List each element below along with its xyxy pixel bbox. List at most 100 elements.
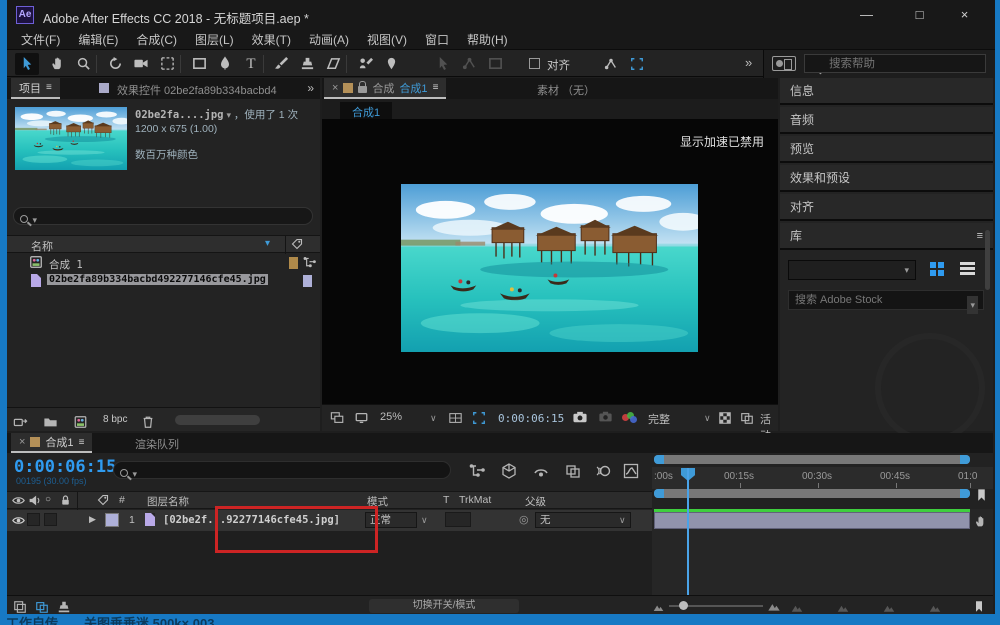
always-preview-icon[interactable] [330, 411, 345, 425]
menu-view[interactable]: 视图(V) [367, 31, 407, 48]
help-search-input[interactable] [804, 54, 986, 73]
row-name[interactable]: 合成 1 [49, 257, 83, 272]
label-column-tag-icon[interactable] [291, 238, 303, 250]
layer-name-column-label[interactable]: 图层名称 [147, 494, 189, 509]
trash-icon[interactable] [141, 413, 155, 431]
tab-effect-controls[interactable]: 效果控件 02be2fa89b334bacbd4 [117, 82, 277, 98]
project-row-comp[interactable]: 合成 1 [7, 254, 320, 272]
resolution-select[interactable]: 完整 [648, 411, 670, 427]
maximize-button[interactable]: □ [897, 0, 942, 30]
grid-view-icon[interactable] [930, 262, 945, 277]
menu-help[interactable]: 帮助(H) [467, 31, 508, 48]
snap-checkbox[interactable] [529, 58, 540, 69]
frame-blending-icon[interactable] [565, 462, 585, 480]
zoom-tool-icon[interactable] [71, 53, 95, 75]
caret-select-icon[interactable]: ∨ [421, 515, 428, 526]
row-name[interactable]: 02be2fa89b334bacbd492277146cfe45.jpg [47, 274, 268, 285]
minimize-button[interactable]: — [844, 0, 889, 30]
vertical-scrollbar[interactable] [985, 230, 990, 290]
roi-bracket-icon[interactable] [625, 53, 649, 75]
caret-down-icon[interactable]: ▾ [226, 110, 231, 120]
brush-tool-icon[interactable] [269, 53, 293, 75]
clone-stamp-tool-icon[interactable] [295, 53, 319, 75]
mask-shape-tool-icon[interactable] [187, 53, 211, 75]
timeline-timecode[interactable]: 0:00:06:15 [14, 457, 116, 477]
magnification-select[interactable]: 25% [380, 411, 402, 423]
rotation-tool-icon[interactable] [103, 53, 127, 75]
camera-tool-icon[interactable] [129, 53, 153, 75]
transparency-grid-icon[interactable] [718, 411, 732, 425]
time-ruler[interactable]: :00s 00:15s 00:30s 00:45s 01:0 [652, 467, 993, 489]
label-swatch[interactable] [289, 257, 298, 269]
sort-caret-icon[interactable]: ▾ [265, 238, 270, 249]
horizontal-scrollbar[interactable] [175, 415, 260, 425]
lock-icon[interactable] [358, 86, 367, 93]
tab-render-queue[interactable]: 渲染队列 [135, 436, 179, 452]
composition-viewer[interactable]: 显示加速已禁用 [322, 119, 778, 404]
panel-preview[interactable]: 预览 [780, 136, 993, 163]
toggle-switches-modes-button[interactable]: 切换开关/模式 [369, 599, 519, 613]
menu-effect[interactable]: 效果(T) [252, 31, 291, 48]
caret-select-icon[interactable]: ∨ [430, 413, 437, 424]
puppet-pin-tool-icon[interactable] [379, 53, 403, 75]
layer-label-swatch[interactable] [105, 513, 119, 527]
menu-animation[interactable]: 动画(A) [309, 31, 349, 48]
trkmat-column-label[interactable]: TrkMat [459, 494, 491, 506]
panel-menu-icon[interactable]: ≡ [46, 82, 52, 93]
audio-column-icon[interactable] [28, 494, 41, 507]
label-column-tag-icon[interactable] [97, 494, 109, 506]
tab-overflow-chevrons[interactable]: » [307, 81, 314, 95]
draft-3d-icon[interactable] [501, 462, 521, 480]
shy-layers-icon[interactable] [533, 462, 553, 480]
workspace-icon[interactable] [772, 56, 796, 71]
panel-menu-icon[interactable]: ≡ [79, 437, 85, 448]
layer-eye-icon[interactable] [12, 514, 25, 527]
menu-file[interactable]: 文件(F) [21, 31, 60, 48]
time-navigator-bar[interactable] [654, 455, 970, 464]
pan-behind-tool-icon[interactable] [155, 53, 179, 75]
mask-node-icon[interactable] [599, 53, 623, 75]
tab-footage[interactable]: 素材 （无） [537, 82, 595, 98]
tab-project[interactable]: 项目 ≡ [11, 78, 60, 99]
layer-solo-cell[interactable] [44, 513, 57, 526]
panel-menu-icon[interactable]: ≡ [433, 82, 439, 93]
t-column-label[interactable]: T [443, 494, 449, 506]
work-area-bar[interactable] [654, 489, 970, 498]
hand-tool-icon[interactable] [45, 53, 69, 75]
timeline-search[interactable]: ▾ [113, 461, 451, 479]
monitor-icon[interactable] [354, 411, 369, 425]
panel-align[interactable]: 对齐 [780, 194, 993, 221]
panel-menu-icon[interactable]: ≡ [977, 223, 983, 250]
caret-select-icon[interactable]: ∨ [704, 413, 711, 424]
close-tab-icon[interactable]: × [332, 82, 338, 94]
close-button[interactable]: × [942, 0, 987, 30]
snapshot-icon[interactable] [572, 410, 588, 425]
caret-down-icon[interactable]: ▾ [967, 296, 978, 314]
menu-window[interactable]: 窗口 [425, 31, 449, 48]
adobe-stock-search[interactable]: 搜索 Adobe Stock ▾ [788, 290, 984, 310]
list-view-icon[interactable] [960, 262, 975, 277]
zoom-slider-handle[interactable] [679, 601, 688, 610]
parent-column-label[interactable]: 父级 [525, 494, 546, 509]
layer-duration-bar[interactable] [654, 512, 970, 529]
selection-tool-icon[interactable] [15, 53, 39, 75]
panel-audio[interactable]: 音频 [780, 107, 993, 134]
bit-depth-label[interactable]: 8 bpc [103, 414, 127, 425]
index-column-label[interactable]: # [119, 494, 125, 506]
type-tool-icon[interactable]: T [239, 53, 263, 75]
close-tab-icon[interactable]: × [19, 436, 25, 448]
panel-libraries[interactable]: 库 ≡ [780, 223, 993, 250]
pen-tool-icon[interactable] [213, 53, 237, 75]
menu-composition[interactable]: 合成(C) [136, 31, 177, 48]
video-column-eye-icon[interactable] [12, 494, 25, 507]
track-area[interactable] [652, 509, 993, 595]
library-select[interactable]: ▾ [788, 260, 916, 280]
expand-arrow-icon[interactable]: ▶ [89, 514, 96, 525]
footage-name[interactable]: 02be2fa....jpg [135, 109, 224, 121]
menu-edit[interactable]: 编辑(E) [78, 31, 118, 48]
label-swatch[interactable] [303, 275, 312, 287]
trkmat-cell[interactable] [445, 512, 471, 527]
playhead-line[interactable] [687, 468, 689, 595]
comp-marker-bin-icon[interactable] [975, 486, 988, 504]
project-search[interactable]: ▾ [13, 207, 313, 225]
